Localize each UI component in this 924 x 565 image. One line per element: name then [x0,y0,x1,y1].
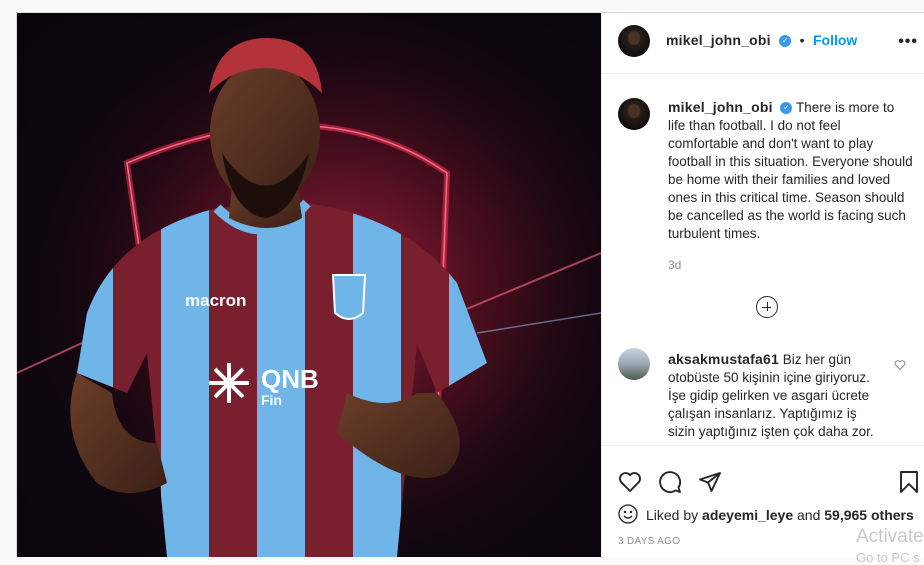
post-timestamp[interactable]: 3 DAYS AGO [618,536,680,547]
likes-conjunction: and [797,507,821,523]
comment-icon[interactable] [658,470,682,494]
caption-author-avatar[interactable] [618,98,650,130]
sponsor-logo [209,363,249,403]
load-more-comments-icon[interactable] [756,296,778,318]
more-options-icon[interactable]: ••• [898,33,918,51]
post-side-panel: mikel_john_obi ✓ • Follow ••• mikel_john… [601,13,924,557]
caption: mikel_john_obi ✓ There is more to life t… [668,98,914,243]
verified-icon: ✓ [779,34,792,47]
likes-prefix: Liked by [646,507,699,523]
commenter-avatar[interactable] [618,348,650,380]
jersey-brand-text: macron [185,291,246,310]
liker-avatar-icon[interactable] [618,504,638,524]
verified-icon: ✓ [780,102,793,115]
player-head [210,61,320,205]
post-header: mikel_john_obi ✓ • Follow ••• [602,13,924,74]
commenter-username[interactable]: aksakmustafa61 [668,351,779,367]
like-heart-icon[interactable] [618,470,642,494]
post-photo[interactable]: macron QNB Fin [17,13,601,557]
player-illustration: macron QNB Fin [17,13,601,557]
likes-count[interactable]: 59,965 others [824,507,914,523]
author-username[interactable]: mikel_john_obi [666,32,771,48]
caption-author-username[interactable]: mikel_john_obi [668,99,773,115]
follow-button[interactable]: Follow [813,32,857,48]
club-crest [331,274,367,320]
author-row: mikel_john_obi ✓ • Follow [666,32,857,50]
post-card: macron QNB Fin mikel_john_obi ✓ • Follow… [16,12,924,557]
author-avatar[interactable] [618,25,650,57]
comment-like-icon[interactable] [894,359,906,371]
jersey-sponsor-text: QNB [261,364,319,394]
likes-summary: Liked by adeyemi_leye and 59,965 others [646,507,914,523]
share-icon[interactable] [698,470,722,494]
save-bookmark-icon[interactable] [898,470,920,494]
comment-item: aksakmustafa61 Biz her gün otobüste 50 k… [668,350,882,441]
caption-age[interactable]: 3d [668,258,681,272]
separator-dot: • [799,32,805,48]
caption-text: There is more to life than football. I d… [668,100,913,241]
jersey-sponsor-sub-text: Fin [261,392,282,408]
windows-activation-watermark-sub: Go to PC s [856,550,920,565]
windows-activation-watermark: Activate [856,526,924,547]
liked-by-user[interactable]: adeyemi_leye [702,507,793,523]
